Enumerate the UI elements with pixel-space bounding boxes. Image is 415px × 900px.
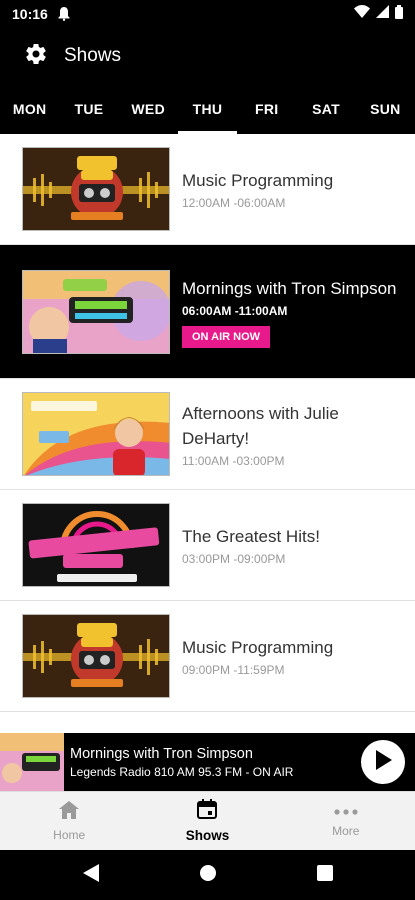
nav-shows[interactable]: Shows	[138, 792, 276, 850]
bottom-nav: Home Shows More	[0, 791, 415, 850]
afternoons-julie-artwork	[22, 392, 170, 476]
wifi-icon	[354, 5, 370, 23]
battery-icon	[395, 4, 403, 24]
page-title: Shows	[64, 45, 122, 66]
more-dots-icon	[334, 804, 358, 818]
notification-bell-icon	[58, 7, 70, 21]
show-time: 06:00AM -11:00AM	[182, 303, 288, 318]
play-icon	[374, 749, 392, 775]
mornings-tron-artwork	[22, 269, 170, 354]
nav-more[interactable]: More	[277, 792, 415, 850]
mini-player[interactable]: Mornings with Tron Simpson Legends Radio…	[0, 733, 415, 791]
tab-fri[interactable]: FRI	[237, 84, 296, 134]
signal-icon	[376, 5, 389, 23]
show-title: Mornings with Tron Simpson	[182, 278, 397, 298]
gear-icon[interactable]	[24, 42, 48, 71]
nav-more-label: More	[332, 824, 360, 838]
recents-icon[interactable]	[316, 864, 333, 886]
nav-home-label: Home	[53, 827, 86, 842]
greatest-hits-artwork	[22, 503, 170, 587]
play-button[interactable]	[361, 740, 405, 784]
now-playing-title: Mornings with Tron Simpson	[70, 745, 253, 762]
show-row-music-programming[interactable]: Music Programming 12:00AM -06:00AM	[0, 134, 415, 245]
tab-sat[interactable]: SAT	[296, 84, 355, 134]
tab-thu[interactable]: THU	[177, 84, 238, 134]
system-nav-bar	[0, 850, 415, 900]
now-playing-artwork	[0, 733, 64, 791]
tab-mon[interactable]: MON	[0, 84, 59, 134]
home-icon	[59, 800, 80, 822]
show-time: 11:00AM -03:00PM	[182, 453, 285, 468]
tab-wed[interactable]: WED	[119, 84, 178, 134]
day-tabs: MON TUE WED THU FRI SAT SUN	[0, 84, 415, 134]
tab-sun[interactable]: SUN	[356, 84, 415, 134]
legends-radio-artwork	[22, 147, 170, 231]
show-title: The Greatest Hits!	[182, 527, 320, 546]
show-row-music-programming-late[interactable]: Music Programming 09:00PM -11:59PM	[0, 601, 415, 712]
show-title: Music Programming	[182, 638, 334, 657]
show-time: 12:00AM -06:00AM	[182, 196, 286, 210]
show-time: 09:00PM -11:59PM	[182, 663, 285, 677]
show-time: 03:00PM -09:00PM	[182, 552, 286, 566]
home-circle-icon[interactable]	[199, 864, 217, 887]
show-list: Music Programming 12:00AM -06:00AM Morni…	[0, 134, 415, 734]
calendar-icon	[197, 799, 218, 822]
nav-shows-label: Shows	[185, 828, 230, 843]
show-title: Afternoons with Julie DeHarty!	[182, 403, 339, 448]
status-time: 10:16	[12, 6, 48, 22]
show-title: Music Programming	[182, 171, 334, 190]
on-air-badge: ON AIR NOW	[182, 325, 271, 348]
app-bar: Shows	[0, 28, 415, 84]
nav-home[interactable]: Home	[0, 792, 138, 850]
status-bar: 10:16	[0, 0, 415, 28]
show-row-mornings-tron[interactable]: Mornings with Tron Simpson 06:00AM -11:0…	[0, 245, 415, 379]
back-icon[interactable]	[82, 863, 99, 887]
tab-tue[interactable]: TUE	[59, 84, 118, 134]
show-row-afternoons-julie[interactable]: Afternoons with Julie DeHarty! 11:00AM -…	[0, 379, 415, 490]
legends-radio-artwork	[22, 614, 170, 698]
now-playing-subtitle: Legends Radio 810 AM 95.3 FM - ON AIR	[70, 764, 294, 779]
show-row-greatest-hits[interactable]: The Greatest Hits! 03:00PM -09:00PM	[0, 490, 415, 601]
